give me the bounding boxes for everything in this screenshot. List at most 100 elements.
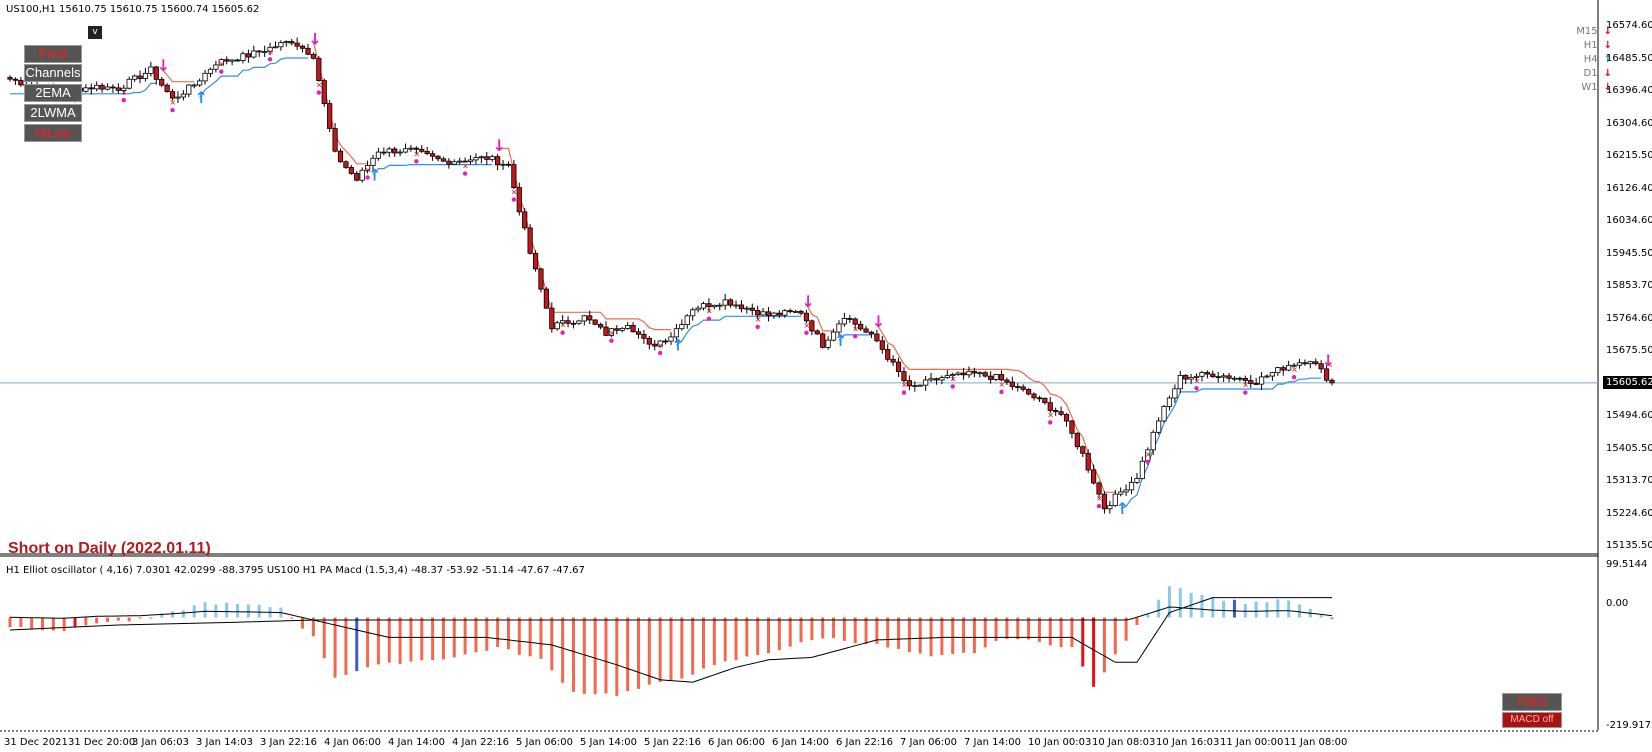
- histogram-bar: [62, 617, 66, 632]
- price-tick-label: 15494.60: [1606, 410, 1652, 421]
- candle-body: [1096, 482, 1102, 495]
- dot-marker: [219, 69, 224, 74]
- histogram-bar: [51, 617, 55, 631]
- histogram-bar: [962, 617, 966, 653]
- candle-body: [977, 372, 983, 375]
- candle-body: [592, 319, 598, 325]
- histogram-bar: [246, 604, 250, 618]
- histogram-bar: [745, 617, 749, 657]
- candle-body: [966, 370, 972, 376]
- histogram-bar: [8, 617, 12, 628]
- candle-body: [94, 84, 100, 90]
- candle-body: [771, 312, 777, 317]
- cross-marker: ×: [316, 81, 323, 90]
- candle-body: [765, 311, 772, 317]
- candle-body: [532, 252, 539, 270]
- main-pane-header: US100,H1 15610.75 15610.75 15600.74 1560…: [6, 4, 260, 15]
- histogram-bar: [344, 617, 348, 675]
- candle-body: [440, 158, 447, 162]
- candle-body: [619, 328, 625, 331]
- cross-marker: ×: [511, 188, 518, 197]
- histogram-bar: [95, 617, 99, 624]
- 2lwma-button[interactable]: 2LWMA: [24, 104, 82, 122]
- pivot-button[interactable]: Pivot: [24, 45, 82, 63]
- chart-canvas[interactable]: ↓↑↓↑↓↑↓↑↓↑↓×××××××××××××××××××××××××××: [0, 0, 1652, 752]
- price-tick-label: 15313.70: [1606, 475, 1652, 486]
- cross-marker: ×: [901, 381, 908, 390]
- histogram-bar: [897, 617, 901, 649]
- candle-body: [890, 358, 896, 363]
- histogram-bar: [940, 617, 944, 655]
- candle-body: [191, 84, 197, 87]
- candle-body: [234, 59, 241, 62]
- channels-button[interactable]: Channels: [24, 64, 82, 82]
- candle-body: [798, 310, 804, 314]
- candle-body: [278, 42, 284, 48]
- candle-body: [1253, 383, 1259, 385]
- candle-body: [814, 330, 820, 335]
- candle-body: [923, 379, 929, 386]
- candle-body: [917, 384, 923, 387]
- candle-body: [294, 42, 300, 47]
- fibo-button[interactable]: FIBO: [1502, 693, 1562, 711]
- dot-marker: [853, 334, 858, 339]
- candle-body: [500, 163, 506, 166]
- candle-body: [1107, 505, 1113, 510]
- cross-marker: ×: [657, 341, 664, 350]
- candle-body: [289, 41, 295, 44]
- candle-body: [478, 156, 484, 159]
- candle-body: [430, 153, 436, 157]
- histogram-bar: [127, 617, 131, 622]
- time-tick-label: 4 Jan 14:00: [388, 737, 445, 748]
- v-toggle-button[interactable]: v: [88, 26, 102, 39]
- candle-body: [397, 151, 403, 154]
- histogram-bar: [19, 617, 23, 627]
- candle-body: [982, 372, 988, 377]
- histogram-bar: [1157, 599, 1161, 618]
- candle-body: [175, 96, 181, 99]
- histogram-bar: [1254, 601, 1258, 618]
- tf-h4: H4 ↑: [1583, 54, 1612, 65]
- candle-body: [570, 322, 577, 325]
- candle-body: [484, 156, 490, 160]
- candle-body: [511, 164, 517, 188]
- hilow-button[interactable]: HiLow: [24, 124, 82, 142]
- histogram-bar: [1059, 617, 1063, 648]
- candle-body: [18, 79, 24, 86]
- dot-marker: [414, 159, 419, 164]
- time-tick-label: 31 Dec 20:00: [68, 737, 136, 748]
- macd-off-button[interactable]: MACD off: [1502, 712, 1562, 728]
- dot-marker: [609, 338, 614, 343]
- candle-body: [760, 311, 766, 316]
- histogram-bar: [788, 617, 792, 647]
- candle-body: [1101, 493, 1108, 510]
- candle-body: [641, 333, 647, 339]
- histogram-bar: [376, 617, 380, 665]
- cross-marker: ×: [1242, 381, 1249, 390]
- price-tick-label: 15135.50: [1606, 540, 1652, 551]
- histogram-bar: [777, 617, 781, 651]
- candle-body: [841, 318, 847, 325]
- histogram-bar: [1178, 588, 1182, 618]
- histogram-bar: [647, 617, 651, 685]
- candle-body: [381, 151, 387, 154]
- arrow-down-icon: ↓: [872, 312, 885, 331]
- arrow-up-icon: ↑: [195, 88, 208, 107]
- time-tick-label: 7 Jan 06:00: [900, 737, 957, 748]
- candle-body: [1204, 372, 1210, 375]
- candle-body: [1080, 446, 1086, 454]
- candle-body: [782, 310, 788, 316]
- candle-body: [197, 80, 203, 86]
- histogram-bar: [1135, 617, 1139, 626]
- candle-body: [299, 45, 306, 49]
- 2ema-button[interactable]: 2EMA: [24, 84, 82, 102]
- histogram-bar: [1319, 614, 1323, 618]
- candle-body: [164, 84, 170, 93]
- histogram-bar: [723, 617, 727, 662]
- candle-body: [159, 78, 165, 86]
- histogram-bar: [106, 617, 110, 622]
- candle-body: [847, 318, 853, 320]
- candle-body: [7, 76, 13, 80]
- time-tick-label: 4 Jan 06:00: [324, 737, 381, 748]
- candle-body: [1009, 381, 1015, 387]
